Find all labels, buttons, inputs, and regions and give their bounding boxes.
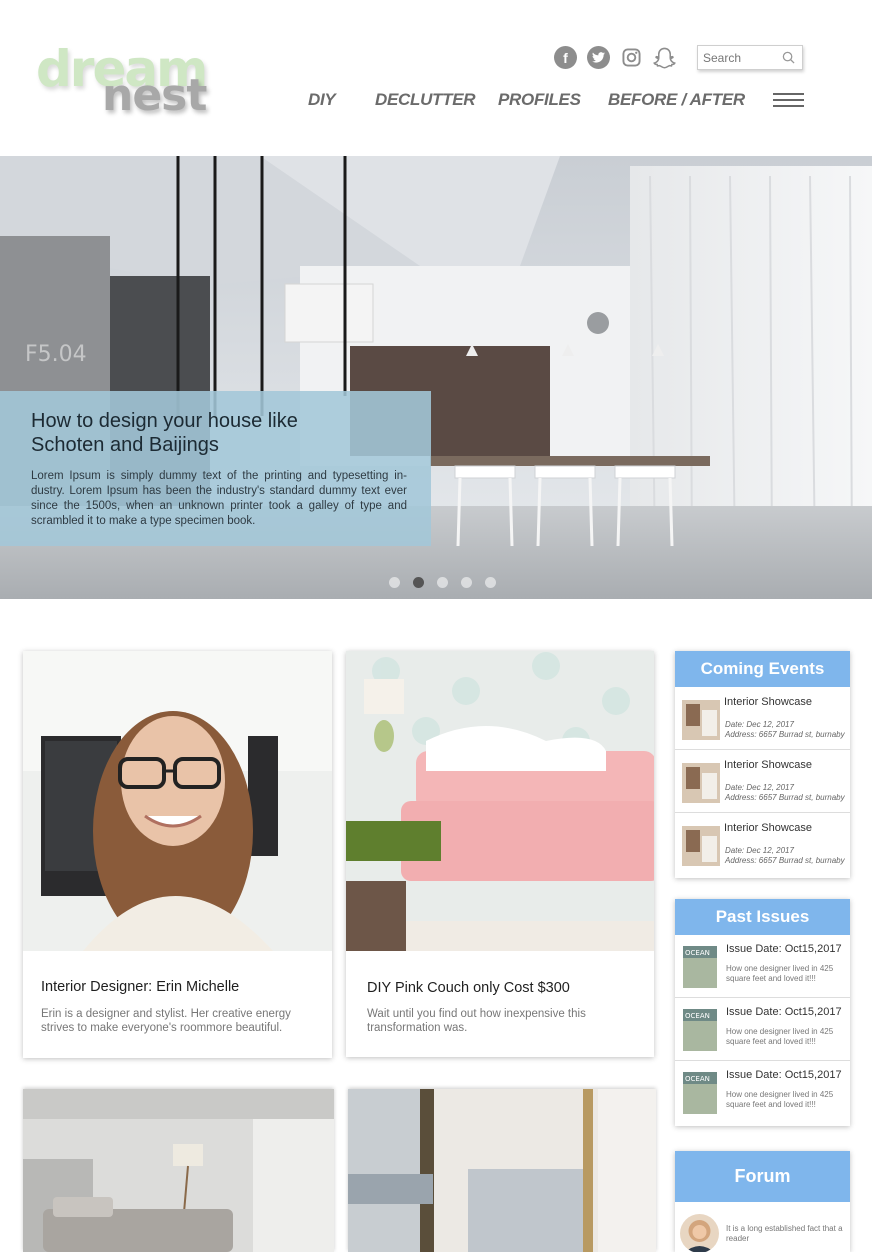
issue-description: How one designer lived in 425 square fee… [726, 964, 834, 983]
article-card-living-room[interactable] [23, 1089, 334, 1252]
event-thumbnail [682, 763, 720, 803]
article-card-bright-room[interactable] [348, 1089, 656, 1252]
issue-item[interactable]: OCEAN Issue Date: Oct15,2017 How one des… [675, 1061, 850, 1124]
past-issues-panel: Past Issues OCEAN Issue Date: Oct15,2017… [675, 899, 850, 1126]
search-box [697, 45, 803, 70]
magazine-cover: OCEAN [683, 1009, 717, 1051]
hero-title[interactable]: How to design your house like Schoten an… [31, 409, 371, 457]
event-item[interactable]: Interior Showcase Date: Dec 12, 2017 Add… [675, 687, 850, 750]
slider-dot[interactable] [461, 577, 472, 588]
event-thumbnail [682, 826, 720, 866]
event-title: Interior Showcase [724, 696, 813, 708]
search-input[interactable] [698, 46, 778, 69]
issue-item[interactable]: OCEAN Issue Date: Oct15,2017 How one des… [675, 998, 850, 1061]
issue-item[interactable]: OCEAN Issue Date: Oct15,2017 How one des… [675, 935, 850, 998]
facebook-icon[interactable]: f [554, 46, 577, 69]
issue-description: How one designer lived in 425 square fee… [726, 1027, 834, 1046]
slider-dots [389, 577, 496, 588]
snapchat-icon[interactable] [653, 46, 676, 69]
wall-label: F5.04 [25, 342, 87, 367]
svg-text:OCEAN: OCEAN [685, 1012, 710, 1020]
bright-room-photo [348, 1089, 656, 1252]
forum-post[interactable]: It is a long established fact that a rea… [675, 1202, 850, 1252]
event-date: Date: Dec 12, 2017 [725, 720, 794, 729]
hero-description: Lorem Ipsum is simply dummy text of the … [31, 470, 407, 527]
coming-events-heading: Coming Events [675, 651, 850, 687]
nav-before-after[interactable]: BEFORE / AFTER [608, 90, 745, 110]
nav-declutter[interactable]: DECLUTTER [375, 90, 476, 110]
svg-text:OCEAN: OCEAN [685, 949, 710, 957]
nav-diy[interactable]: DIY [308, 90, 336, 110]
event-title: Interior Showcase [724, 759, 813, 771]
avatar [680, 1214, 719, 1252]
event-item[interactable]: Interior Showcase Date: Dec 12, 2017 Add… [675, 750, 850, 813]
twitter-icon[interactable] [587, 46, 610, 69]
svg-text:OCEAN: OCEAN [685, 1075, 710, 1083]
event-title: Interior Showcase [724, 822, 813, 834]
slider-dot-active[interactable] [413, 577, 424, 588]
event-address: Address: 6657 Burrad st, burnaby [725, 730, 845, 739]
slider-dot[interactable] [485, 577, 496, 588]
event-item[interactable]: Interior Showcase Date: Dec 12, 2017 Add… [675, 813, 850, 876]
article-card-pink-couch[interactable]: DIY Pink Couch only Cost $300 Wait until… [346, 651, 654, 1057]
issue-date: Issue Date: Oct15,2017 [726, 1069, 842, 1081]
coming-events-panel: Coming Events Interior Showcase Date: De… [675, 651, 850, 878]
nav-profiles[interactable]: PROFILES [498, 90, 581, 110]
slider-dot[interactable] [437, 577, 448, 588]
living-room-photo [23, 1089, 334, 1252]
card-title[interactable]: DIY Pink Couch only Cost $300 [367, 980, 570, 996]
instagram-icon[interactable] [620, 46, 643, 69]
card-description: Wait until you find out how inexpensive … [367, 1008, 586, 1034]
site-logo[interactable]: dream nest [36, 40, 236, 130]
event-date: Date: Dec 12, 2017 [725, 783, 794, 792]
pink-couch-photo [346, 651, 654, 951]
issue-description: How one designer lived in 425 square fee… [726, 1090, 834, 1109]
forum-heading: Forum [675, 1151, 850, 1202]
issue-date: Issue Date: Oct15,2017 [726, 943, 842, 955]
forum-panel: Forum It is a long established fact that… [675, 1151, 850, 1252]
issue-date: Issue Date: Oct15,2017 [726, 1006, 842, 1018]
hero-caption: How to design your house like Schoten an… [0, 391, 431, 546]
social-links: f [554, 46, 676, 69]
card-description: Erin is a designer and stylist. Her crea… [41, 1008, 291, 1034]
article-card-designer[interactable]: Interior Designer: Erin Michelle Erin is… [23, 651, 332, 1058]
main-nav: DIY DECLUTTER PROFILES BEFORE / AFTER [0, 90, 872, 112]
card-title[interactable]: Interior Designer: Erin Michelle [41, 979, 239, 995]
slider-dot[interactable] [389, 577, 400, 588]
magazine-cover: OCEAN [683, 946, 717, 988]
hamburger-menu-icon[interactable] [773, 93, 804, 107]
search-icon[interactable] [782, 51, 795, 64]
event-thumbnail [682, 700, 720, 740]
hero-slider: F5.04 How to design your house like Scho… [0, 156, 872, 599]
site-header: dream nest f DIY DECLUTTER PROFILES BEFO… [0, 0, 872, 156]
past-issues-heading: Past Issues [675, 899, 850, 935]
designer-photo [23, 651, 332, 951]
event-date: Date: Dec 12, 2017 [725, 846, 794, 855]
event-address: Address: 6657 Burrad st, burnaby [725, 856, 845, 865]
magazine-cover: OCEAN [683, 1072, 717, 1114]
event-address: Address: 6657 Burrad st, burnaby [725, 793, 845, 802]
forum-post-text: It is a long established fact that a rea… [726, 1224, 843, 1243]
